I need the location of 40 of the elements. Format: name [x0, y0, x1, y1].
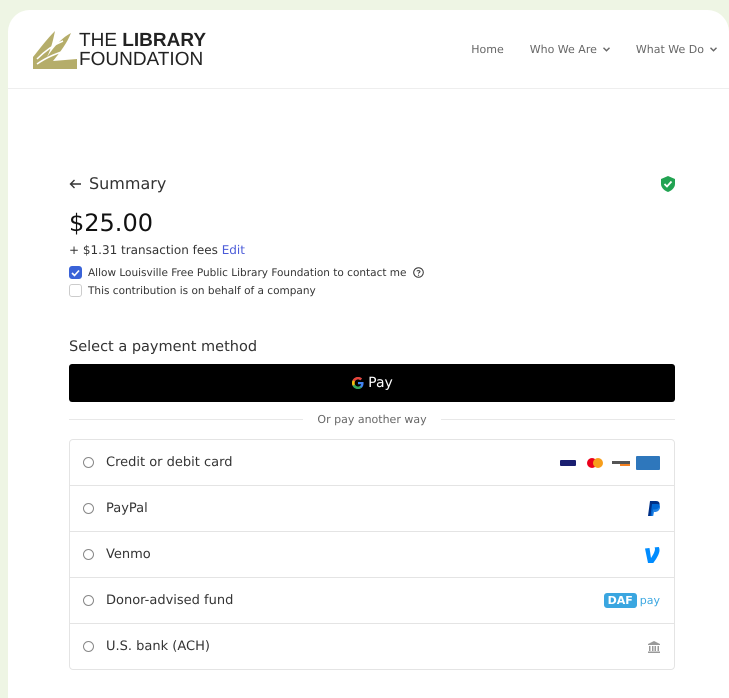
nav-link[interactable]: Home: [471, 42, 504, 56]
payment-option-label: Credit or debit card: [106, 455, 234, 470]
google-g-icon: [351, 376, 366, 390]
daf-pay-text: pay: [640, 594, 660, 607]
radio-button[interactable]: [83, 641, 94, 652]
help-icon[interactable]: [412, 267, 424, 278]
payment-option[interactable]: PayPal: [70, 485, 674, 531]
payment-option-label: U.S. bank (ACH): [106, 639, 211, 654]
logo-text[interactable]: THE LIBRARY FOUNDATION: [79, 31, 206, 69]
shield-check-icon: [661, 176, 675, 192]
radio-button[interactable]: [83, 503, 94, 514]
payment-option[interactable]: U.S. bank (ACH): [70, 623, 674, 669]
section-heading: Select a payment method: [69, 339, 258, 355]
checkbox-label: This contribution is on behalf of a company: [88, 284, 316, 296]
card-logos-icon: [560, 456, 660, 470]
payment-option-label: Venmo: [106, 547, 152, 562]
divider-label: Or pay another way: [317, 413, 427, 426]
checkbox[interactable]: [69, 266, 82, 279]
daf-badge: DAF: [604, 593, 637, 608]
nav-link[interactable]: What We Do: [636, 42, 717, 56]
payment-option-label: Donor-advised fund: [106, 593, 234, 608]
payment-option-label: PayPal: [106, 501, 149, 516]
nav-link[interactable]: Who We Are: [530, 42, 610, 56]
radio-button[interactable]: [83, 457, 94, 468]
back-arrow-icon: [69, 178, 81, 188]
donation-amount: $25.00: [69, 209, 154, 237]
payment-option[interactable]: Credit or debit card: [70, 440, 674, 485]
checkbox-label: Allow Louisville Free Public Library Foundation to contact me: [88, 266, 406, 278]
book-pages-icon: [33, 29, 77, 69]
radio-button[interactable]: [83, 595, 94, 606]
venmo-icon: [645, 546, 660, 562]
radio-button[interactable]: [83, 549, 94, 560]
paypal-icon: [648, 501, 660, 516]
payment-option[interactable]: Venmo: [70, 531, 674, 577]
google-pay-button[interactable]: Pay: [69, 364, 675, 402]
transaction-fees: + $1.31 transaction fees: [69, 243, 218, 257]
bank-icon: [648, 640, 660, 652]
payment-option[interactable]: Donor-advised fund DAF pay: [70, 577, 674, 623]
back-link[interactable]: Summary: [69, 174, 166, 193]
edit-link[interactable]: Edit: [222, 243, 245, 257]
